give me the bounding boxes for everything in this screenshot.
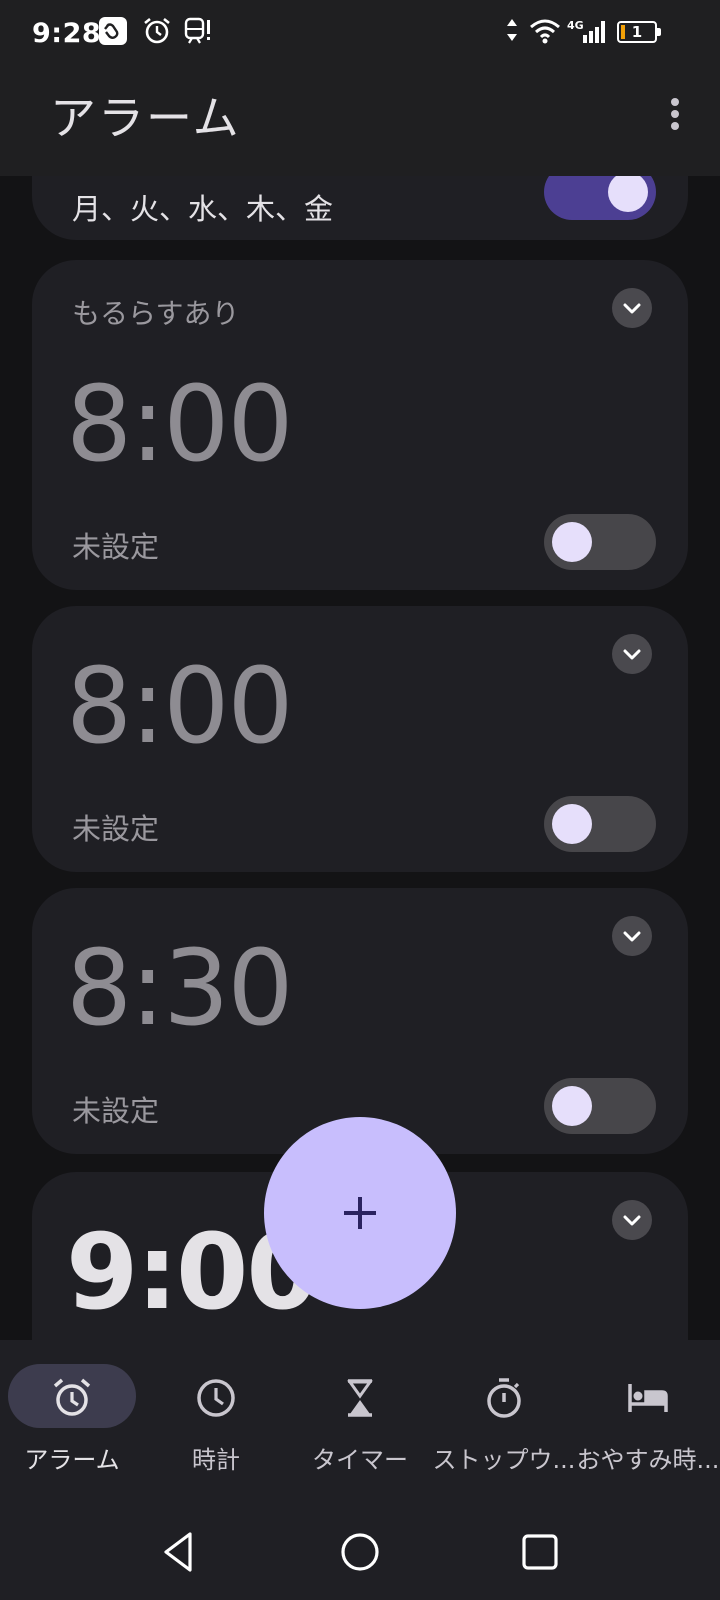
nav-label: タイマー: [312, 1446, 408, 1474]
wifi-icon: [530, 19, 560, 44]
nav-item-bedtime[interactable]: おやすみ時...: [576, 1364, 720, 1494]
chevron-down-icon: [623, 303, 641, 314]
stopwatch-icon: [487, 1378, 521, 1418]
add-icon: [344, 1197, 376, 1229]
battery-level: 1: [631, 23, 643, 41]
nav-item-stopwatch[interactable]: ストップウ...: [432, 1364, 576, 1494]
alarm-days: 月、火、水、木、金: [72, 192, 334, 226]
alarm-time[interactable]: 8:30: [66, 936, 294, 1040]
alarm-toggle[interactable]: [544, 1078, 656, 1134]
nav-label: アラーム: [24, 1446, 120, 1474]
toggle-knob: [552, 522, 592, 562]
alarm-card[interactable]: 8:00 未設定: [32, 606, 688, 872]
chevron-down-icon: [623, 931, 641, 942]
page-title: アラーム: [50, 91, 241, 145]
alarm-card[interactable]: もるらすあり 8:00 未設定: [32, 260, 688, 590]
battery-icon: 1: [617, 21, 661, 43]
toggle-knob: [552, 1086, 592, 1126]
toggle-knob: [608, 176, 648, 212]
alarm-card[interactable]: 8:30 未設定: [32, 888, 688, 1154]
clock-icon: [197, 1379, 235, 1417]
app-bar: アラーム: [0, 64, 720, 176]
nav-item-clock[interactable]: 時計: [144, 1364, 288, 1494]
bottom-navigation: アラーム 時計 タイマー ストップウ... おやすみ時...: [0, 1340, 720, 1504]
alarm-card[interactable]: 月、火、水、木、金: [32, 176, 688, 240]
screen: 9:28 4G 1 アラーム 月、火、水、木、金 もるらすあり 8:00 未設定…: [0, 0, 720, 1600]
bed-icon: [628, 1384, 668, 1412]
expand-button[interactable]: [612, 288, 652, 328]
alarm-status: 未設定: [72, 812, 160, 846]
alarm-label: もるらすあり: [72, 297, 240, 330]
back-icon[interactable]: [156, 1528, 204, 1576]
more-vert-icon[interactable]: [660, 94, 690, 134]
nav-label: ストップウ...: [432, 1446, 576, 1474]
hourglass-icon: [347, 1379, 373, 1417]
nav-label: おやすみ時...: [576, 1446, 720, 1474]
alarm-time[interactable]: 8:00: [66, 372, 294, 476]
alarm-time[interactable]: 8:00: [66, 654, 294, 758]
chevron-down-icon: [623, 649, 641, 660]
cellular-signal-icon: [583, 21, 605, 43]
expand-button[interactable]: [612, 916, 652, 956]
status-time: 9:28: [32, 18, 102, 49]
train-alert-icon: [184, 17, 210, 44]
recents-icon[interactable]: [516, 1528, 564, 1576]
alarm-icon: [144, 17, 170, 44]
alarm-toggle[interactable]: [544, 514, 656, 570]
hand-notification-icon: [99, 17, 127, 45]
add-alarm-button[interactable]: [264, 1117, 456, 1309]
nav-item-alarm[interactable]: アラーム: [0, 1364, 144, 1494]
alarm-toggle[interactable]: [544, 796, 656, 852]
home-icon[interactable]: [336, 1528, 384, 1576]
expand-button[interactable]: [612, 634, 652, 674]
nav-label: 時計: [192, 1446, 240, 1474]
expand-button[interactable]: [612, 1200, 652, 1240]
chevron-down-icon: [623, 1215, 641, 1226]
alarm-toggle[interactable]: [544, 176, 656, 220]
nav-item-timer[interactable]: タイマー: [288, 1364, 432, 1494]
alarm-status: 未設定: [72, 530, 160, 564]
alarm-status: 未設定: [72, 1094, 160, 1128]
system-navigation-bar: [0, 1504, 720, 1600]
alarm-icon: [53, 1378, 91, 1416]
toggle-knob: [552, 804, 592, 844]
status-bar: 9:28 4G 1: [0, 0, 720, 64]
